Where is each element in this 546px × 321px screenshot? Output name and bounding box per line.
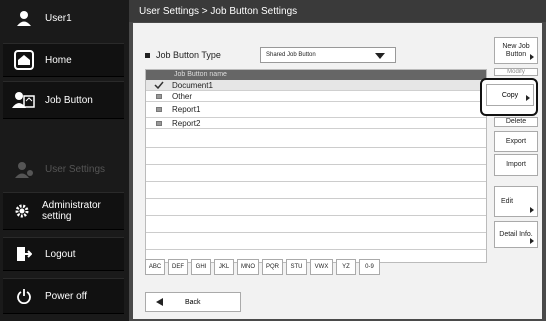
job-chip-icon [156,107,162,112]
sidebar-item-logout[interactable]: Logout [3,237,124,271]
delete-button[interactable]: Delete [494,117,538,127]
sidebar-item-label: Job Button [45,94,93,106]
list-item[interactable]: Report2 [146,118,486,129]
sidebar-item-label: Power off [45,290,88,302]
alphabet-filter: ABC DEF GHI JKL MNO PQR STU VWX YZ 0-9 [145,259,380,275]
main-area: User Settings > Job Button Settings Job … [129,0,546,321]
modify-label: Modify [507,69,525,75]
chevron-right-icon [530,54,534,60]
filter-0-9[interactable]: 0-9 [359,259,380,275]
import-label: Import [506,161,526,168]
delete-label: Delete [505,118,527,125]
filter-stu[interactable]: STU [286,259,307,275]
job-chip-icon [156,93,162,99]
list-item[interactable]: Document1 [146,80,486,91]
chevron-right-icon [530,207,534,213]
list-item-label: Report2 [172,118,201,128]
chevron-down-icon [375,53,385,59]
export-button[interactable]: Export [494,131,538,152]
list-item-label: Document1 [172,80,213,90]
job-type-value: Shared Job Button [266,52,316,58]
gear-icon [9,203,36,219]
list-item[interactable]: Report1 [146,102,486,118]
new-job-button[interactable]: New Job Button [494,37,538,64]
job-button-list: Job Button name Document1 Other Report1 … [145,69,487,263]
job-type-label: Job Button Type [156,50,221,60]
empty-row [146,233,486,250]
sidebar-item-user-settings: User Settings [3,152,124,187]
filter-mno[interactable]: MNO [237,259,259,275]
filter-ghi[interactable]: GHI [191,259,211,275]
import-button[interactable]: Import [494,154,538,176]
user-indicator: User1 [3,4,124,32]
column-header: Job Button name [146,70,486,80]
filter-yz[interactable]: YZ [336,259,356,275]
detail-info-button[interactable]: Detail Info. [494,221,538,248]
checkmark-icon [146,81,172,89]
empty-row [146,199,486,216]
job-type-label-row: Job Button Type [145,50,221,60]
back-label: Back [185,298,201,306]
filter-def[interactable]: DEF [168,259,188,275]
user-name: User1 [45,12,72,24]
filter-abc[interactable]: ABC [145,259,165,275]
list-item[interactable]: Other [146,91,486,102]
copy-label: Copy [501,91,519,99]
edit-label: Edit [501,197,514,205]
list-item-label: Other [172,91,193,101]
edit-button[interactable]: Edit [494,186,538,217]
job-button-icon [9,90,39,110]
content-panel: Job Button Type Shared Job Button Job Bu… [133,23,542,319]
user-icon [9,10,39,26]
job-type-dropdown[interactable]: Shared Job Button [260,47,396,63]
back-arrow-icon [156,298,163,306]
sidebar-item-administrator[interactable]: Administrator setting [3,192,124,230]
bullet-square-icon [145,52,150,58]
empty-row [146,216,486,233]
job-chip-icon [156,120,162,126]
empty-row [146,148,486,165]
sidebar: User1 Home Job Button User Settings Admi… [0,0,129,321]
sidebar-item-label: Administrator setting [41,200,101,222]
breadcrumb: User Settings > Job Button Settings [129,0,546,22]
list-item-label: Report1 [172,105,201,114]
sidebar-item-label: User Settings [45,164,106,175]
filter-pqr[interactable]: PQR [262,259,283,275]
empty-row [146,165,486,182]
export-label: Export [505,137,527,145]
sidebar-item-label: Logout [45,248,76,260]
filter-jkl[interactable]: JKL [214,259,234,275]
sidebar-item-home[interactable]: Home [3,43,124,77]
empty-row [146,129,486,148]
chevron-right-icon [530,238,534,244]
home-icon [9,50,39,70]
sidebar-item-label: Home [45,54,72,66]
filter-vwx[interactable]: VWX [310,259,333,275]
modify-button[interactable]: Modify [494,68,538,76]
sidebar-item-job-button[interactable]: Job Button [3,81,124,119]
power-icon [9,288,39,304]
logout-icon [9,246,39,262]
detail-info-label: Detail Info. [499,230,533,238]
chevron-right-icon [526,95,530,101]
copy-button[interactable]: Copy [486,84,534,106]
sidebar-item-power-off[interactable]: Power off [3,278,124,314]
back-button[interactable]: Back [145,292,241,312]
user-settings-icon [9,161,39,179]
empty-row [146,182,486,199]
